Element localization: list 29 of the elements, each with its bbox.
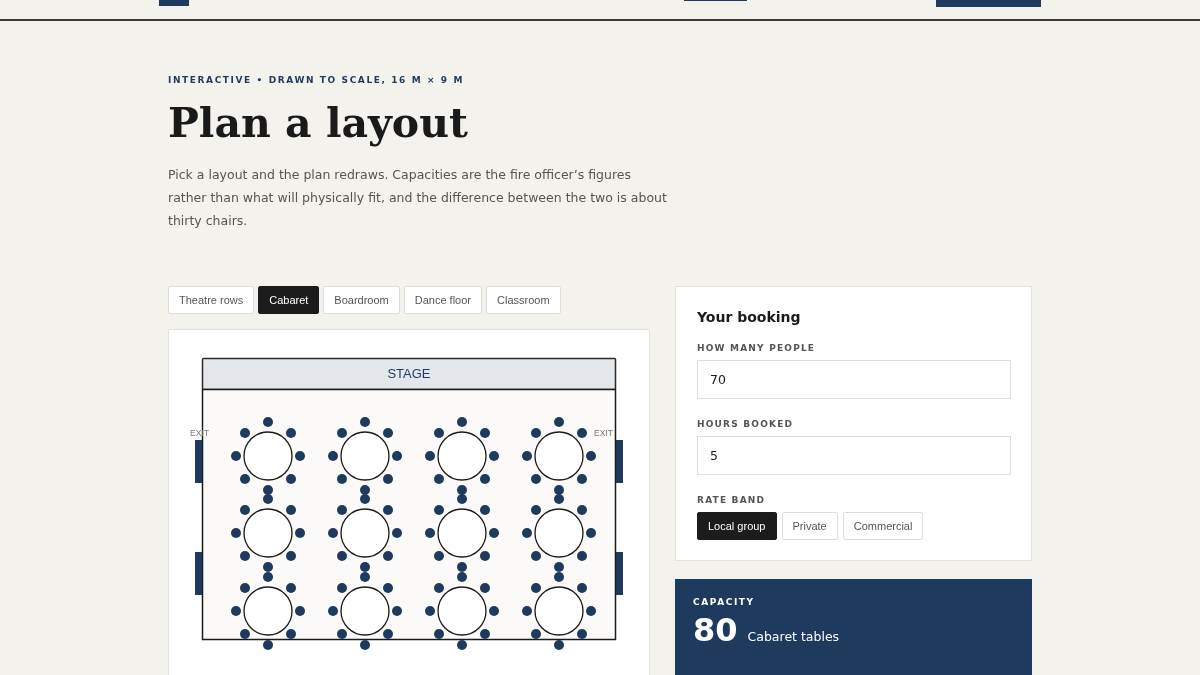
exit-label: EXIT (594, 428, 613, 438)
field-label: HOW MANY PEOPLE (697, 343, 817, 353)
page-title: Plan a layout (168, 98, 469, 149)
exit-door (616, 440, 623, 483)
exit-door (616, 552, 623, 595)
exit-door (195, 440, 202, 483)
layout-tab[interactable]: Theatre rows (168, 286, 255, 314)
field-label: RATE BAND (697, 495, 767, 505)
rate-option[interactable]: Commercial (842, 512, 924, 540)
eyebrow-text: INTERACTIVE • DRAWN TO SCALE, 16 M × 9 M (168, 75, 466, 85)
layout-tab[interactable]: Dance floor (403, 286, 483, 314)
exit-door (195, 552, 202, 595)
rate-option[interactable]: Private (781, 512, 838, 540)
layout-tab[interactable]: Cabaret (258, 286, 320, 314)
stage-label: STAGE (387, 366, 431, 381)
layout-tab[interactable]: Classroom (486, 286, 561, 314)
capacity-value: 80 (693, 611, 738, 649)
header-button[interactable] (936, 0, 1041, 7)
input-field[interactable]: 5 (697, 436, 1011, 475)
booking-title: Your booking (697, 309, 802, 325)
logo-mark[interactable] (159, 0, 189, 6)
rate-option[interactable]: Local group (697, 512, 777, 540)
capacity-note: Cabaret tables (747, 629, 840, 644)
field-label: HOURS BOOKED (697, 419, 795, 429)
layout-tab[interactable]: Boardroom (323, 286, 400, 314)
intro-paragraph: Pick a layout and the plan redraws. Capacities are the fire officer’s figures rather than what will physically fit, and the difference between the two is about thirty chairs. (168, 166, 668, 230)
input-field[interactable]: 70 (697, 360, 1011, 399)
nav-link-underline (684, 0, 747, 1)
capacity-label: CAPACITY (693, 597, 756, 607)
